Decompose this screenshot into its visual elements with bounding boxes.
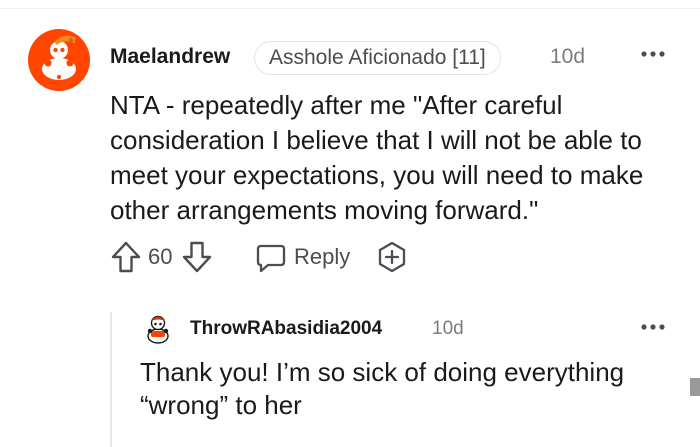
vote-score: 60	[148, 244, 173, 269]
award-plus-icon[interactable]	[375, 240, 409, 274]
downvote-arrow-icon[interactable]	[181, 240, 213, 274]
reply-button[interactable]: Reply	[254, 239, 350, 275]
scrollbar-thumb[interactable]	[690, 378, 700, 396]
reply-age: 10d	[432, 318, 464, 339]
chat-bubble-icon	[256, 244, 286, 273]
snoo-avatar-icon[interactable]	[142, 312, 174, 344]
reply-author[interactable]: ThrowRAbasidia2004	[190, 318, 382, 340]
top-divider	[0, 8, 700, 9]
reply-label: Reply	[294, 244, 351, 269]
comment-age: 10d	[550, 45, 586, 68]
user-flair-badge: Asshole Aficionado [11]	[254, 41, 501, 75]
reply-body: Thank you! I’m so sick of doing everythi…	[140, 357, 625, 420]
thread-line[interactable]	[110, 312, 112, 447]
more-options-icon[interactable]	[640, 47, 666, 61]
snoo-avatar-icon[interactable]	[28, 29, 90, 91]
more-options-icon[interactable]	[640, 320, 666, 334]
upvote-arrow-icon[interactable]	[110, 240, 142, 274]
comment-body: NTA - repeatedly after me "After careful…	[110, 90, 644, 225]
comment-author[interactable]: Maelandrew	[110, 45, 230, 69]
